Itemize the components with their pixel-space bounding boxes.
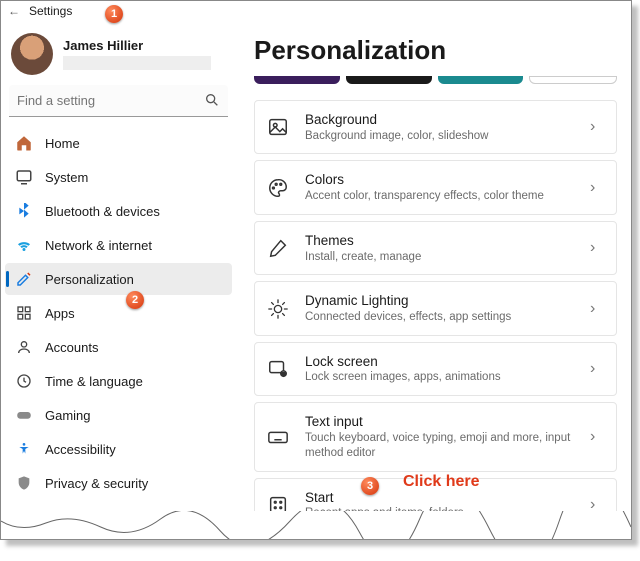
- main-panel: Personalization Background Background im…: [236, 19, 631, 535]
- system-icon: [15, 168, 33, 186]
- sidebar-item-label: Gaming: [45, 408, 91, 423]
- card-subtitle: Connected devices, effects, app settings: [305, 310, 574, 325]
- card-colors[interactable]: Colors Accent color, transparency effect…: [254, 160, 617, 214]
- sidebar-item-accounts[interactable]: Accounts: [5, 331, 232, 363]
- paintbrush-icon: [15, 270, 33, 288]
- chevron-right-icon: ›: [590, 118, 604, 136]
- clock-globe-icon: [15, 372, 33, 390]
- card-subtitle: Touch keyboard, voice typing, emoji and …: [305, 431, 574, 461]
- sidebar-item-time[interactable]: Time & language: [5, 365, 232, 397]
- annotation-badge-1: 1: [105, 5, 123, 23]
- theme-thumbnail-strip[interactable]: [254, 74, 617, 84]
- card-title: Text input: [305, 413, 574, 431]
- shield-icon: [15, 474, 33, 492]
- chevron-right-icon: ›: [590, 300, 604, 318]
- header-title: Settings: [29, 4, 72, 18]
- search-icon: [204, 92, 220, 108]
- annotation-badge-2: 2: [126, 291, 144, 309]
- gaming-icon: [15, 406, 33, 424]
- sidebar-item-label: Network & internet: [45, 238, 152, 253]
- card-subtitle: Accent color, transparency effects, colo…: [305, 189, 574, 204]
- theme-swatch[interactable]: [438, 76, 524, 84]
- card-subtitle: Lock screen images, apps, animations: [305, 370, 574, 385]
- sidebar-item-label: System: [45, 170, 88, 185]
- theme-swatch[interactable]: [529, 76, 617, 84]
- torn-edge-decoration: [1, 511, 631, 539]
- card-dynamic-lighting[interactable]: Dynamic Lighting Connected devices, effe…: [254, 281, 617, 335]
- card-lock-screen[interactable]: Lock screen Lock screen images, apps, an…: [254, 342, 617, 396]
- sidebar-item-label: Home: [45, 136, 80, 151]
- accessibility-icon: [15, 440, 33, 458]
- sidebar: James Hillier Home System: [1, 19, 236, 535]
- apps-icon: [15, 304, 33, 322]
- lighting-icon: [267, 298, 289, 320]
- card-title: Colors: [305, 171, 574, 189]
- card-subtitle: Install, create, manage: [305, 250, 574, 265]
- profile-block[interactable]: James Hillier: [5, 27, 232, 85]
- wifi-icon: [15, 236, 33, 254]
- chevron-right-icon: ›: [590, 360, 604, 378]
- card-title: Dynamic Lighting: [305, 292, 574, 310]
- card-background[interactable]: Background Background image, color, slid…: [254, 100, 617, 154]
- sidebar-item-label: Bluetooth & devices: [45, 204, 160, 219]
- card-title: Lock screen: [305, 353, 574, 371]
- sidebar-item-label: Apps: [45, 306, 75, 321]
- chevron-right-icon: ›: [590, 179, 604, 197]
- sidebar-item-bluetooth[interactable]: Bluetooth & devices: [5, 195, 232, 227]
- person-icon: [15, 338, 33, 356]
- chevron-right-icon: ›: [590, 239, 604, 257]
- theme-swatch[interactable]: [346, 76, 432, 84]
- sidebar-item-gaming[interactable]: Gaming: [5, 399, 232, 431]
- sidebar-item-apps[interactable]: Apps: [5, 297, 232, 329]
- sidebar-item-label: Time & language: [45, 374, 143, 389]
- search-input[interactable]: [9, 85, 228, 117]
- card-title: Start: [305, 489, 574, 507]
- card-text-input[interactable]: Text input Touch keyboard, voice typing,…: [254, 402, 617, 471]
- avatar: [11, 33, 53, 75]
- sidebar-item-label: Accounts: [45, 340, 98, 355]
- nav-list: Home System Bluetooth & devices Network …: [5, 127, 232, 533]
- search-wrap: [9, 85, 228, 117]
- bluetooth-icon: [15, 202, 33, 220]
- brush-icon: [267, 237, 289, 259]
- sidebar-item-label: Privacy & security: [45, 476, 148, 491]
- home-icon: [15, 134, 33, 152]
- sidebar-item-personalization[interactable]: Personalization: [5, 263, 232, 295]
- keyboard-icon: [267, 426, 289, 448]
- lock-screen-icon: [267, 358, 289, 380]
- settings-card-list: Background Background image, color, slid…: [254, 100, 617, 532]
- chevron-right-icon: ›: [590, 428, 604, 446]
- theme-swatch[interactable]: [254, 76, 340, 84]
- palette-icon: [267, 177, 289, 199]
- sidebar-item-label: Accessibility: [45, 442, 116, 457]
- sidebar-item-home[interactable]: Home: [5, 127, 232, 159]
- page-title: Personalization: [254, 35, 617, 66]
- sidebar-item-accessibility[interactable]: Accessibility: [5, 433, 232, 465]
- annotation-badge-3: 3: [361, 477, 379, 495]
- sidebar-item-network[interactable]: Network & internet: [5, 229, 232, 261]
- sidebar-item-privacy[interactable]: Privacy & security: [5, 467, 232, 499]
- sidebar-item-label: Personalization: [45, 272, 134, 287]
- back-button[interactable]: ←: [7, 4, 21, 18]
- card-title: Themes: [305, 232, 574, 250]
- profile-name: James Hillier: [63, 38, 211, 54]
- card-themes[interactable]: Themes Install, create, manage ›: [254, 221, 617, 275]
- card-title: Background: [305, 111, 574, 129]
- card-subtitle: Background image, color, slideshow: [305, 129, 574, 144]
- sidebar-item-system[interactable]: System: [5, 161, 232, 193]
- annotation-click-here: Click here: [403, 473, 479, 491]
- profile-email-redacted: [63, 56, 211, 70]
- image-icon: [267, 116, 289, 138]
- settings-window: ← Settings James Hillier Home: [0, 0, 632, 540]
- window-header: ← Settings: [1, 1, 631, 19]
